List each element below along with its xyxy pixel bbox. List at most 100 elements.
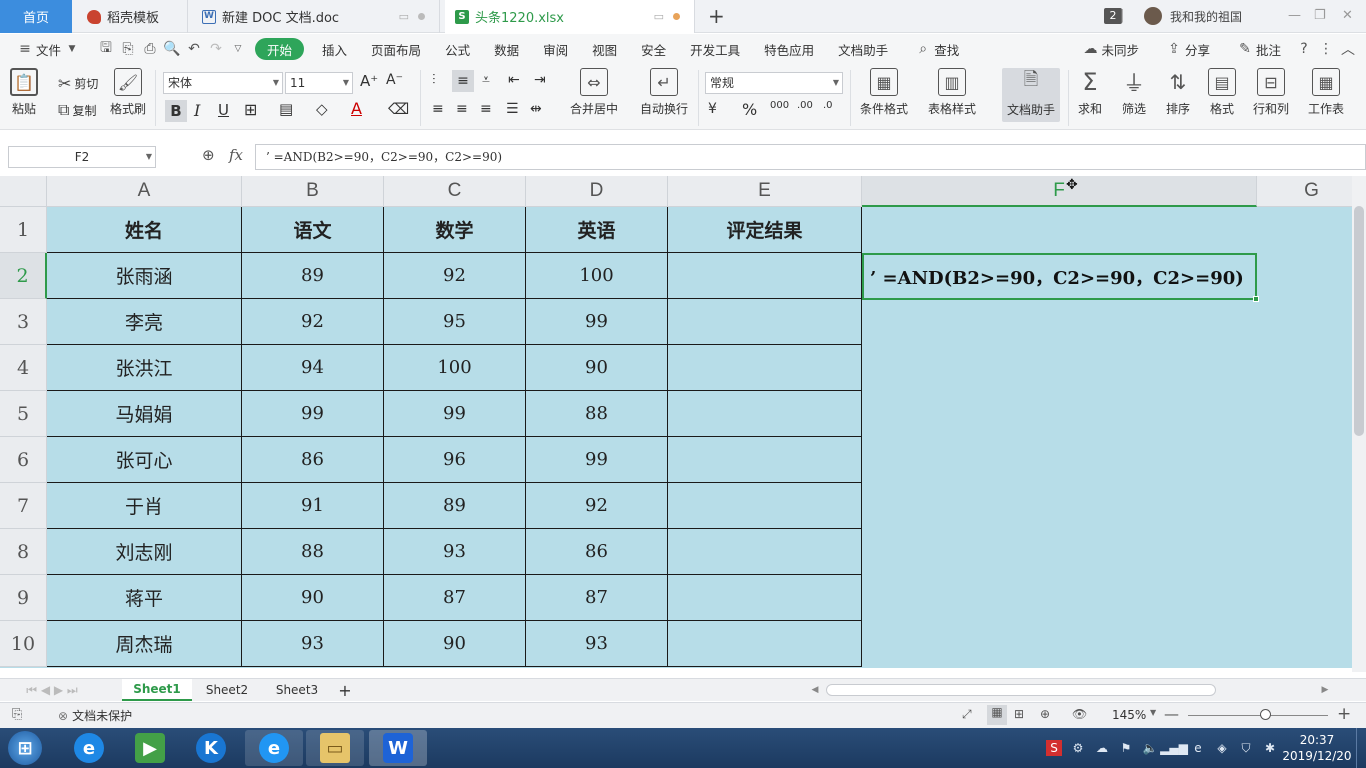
row-header-4[interactable]: 4 — [0, 345, 47, 391]
doc-assistant-button[interactable]: 🗎 文档助手 — [1002, 68, 1060, 122]
table-cell[interactable] — [668, 483, 862, 529]
thousands-icon[interactable]: 000 — [770, 100, 789, 111]
table-cell[interactable]: 100 — [384, 345, 526, 391]
table-header-cell[interactable]: 评定结果 — [668, 207, 862, 253]
fill-handle[interactable] — [1253, 296, 1259, 302]
copy-button[interactable]: ⧉ 复制 — [58, 100, 96, 120]
table-cell[interactable] — [668, 437, 862, 483]
taskbar-explorer[interactable]: ▭ — [306, 730, 364, 766]
unsaved-dot[interactable] — [673, 13, 680, 20]
paste-button[interactable]: 📋 粘贴 — [10, 68, 38, 117]
table-cell[interactable]: 87 — [526, 575, 668, 621]
sogou-input-icon[interactable]: S — [1046, 740, 1062, 756]
tray-cloud-icon[interactable]: ☁ — [1094, 740, 1110, 756]
menu-special[interactable]: 特色应用 — [752, 40, 826, 59]
new-tab-button[interactable]: + — [708, 4, 725, 28]
table-cell[interactable]: 88 — [242, 529, 384, 575]
row-header-8[interactable]: 8 — [0, 529, 47, 575]
start-button[interactable]: ⊞ — [0, 730, 50, 766]
tab-xlsx[interactable]: S 头条1220.xlsx ▭ — [445, 0, 695, 33]
table-cell[interactable]: 蒋平 — [47, 575, 242, 621]
tray-app-icon[interactable]: ⚙ — [1070, 740, 1086, 756]
sheet-tab-1[interactable]: Sheet1 — [122, 679, 192, 701]
table-cell[interactable]: 张可心 — [47, 437, 242, 483]
table-cell[interactable] — [668, 529, 862, 575]
conditional-format-button[interactable]: ▦ 条件格式 — [860, 68, 908, 117]
tray-flag-icon[interactable]: ⚑ — [1118, 740, 1134, 756]
macro-icon[interactable]: ⎘ — [12, 707, 22, 722]
table-cell[interactable]: 周杰瑞 — [47, 621, 242, 667]
export-icon[interactable]: ⎘ — [120, 41, 136, 57]
taskbar-k-app[interactable]: K — [182, 730, 240, 766]
table-style-button[interactable]: ▥ 表格样式 — [928, 68, 976, 117]
table-cell[interactable]: 96 — [384, 437, 526, 483]
table-cell[interactable]: 100 — [526, 253, 668, 299]
table-cell[interactable]: 93 — [526, 621, 668, 667]
decrease-decimal-icon[interactable]: .0 — [823, 100, 833, 111]
save-icon[interactable]: 🖫 — [98, 40, 114, 57]
font-color-icon[interactable]: A — [351, 99, 362, 118]
clear-format-icon[interactable]: ⌫ — [388, 100, 409, 118]
table-cell[interactable]: 93 — [242, 621, 384, 667]
name-box[interactable]: F2 ▼ — [8, 146, 156, 168]
fill-color-icon[interactable]: ◇ — [316, 100, 328, 118]
worksheet-button[interactable]: ▦ 工作表 — [1308, 68, 1344, 117]
table-cell[interactable] — [668, 345, 862, 391]
menu-developer[interactable]: 开发工具 — [678, 40, 752, 59]
show-desktop-button[interactable] — [1356, 728, 1366, 768]
column-header-a[interactable]: A — [47, 176, 242, 207]
column-header-d[interactable]: D — [526, 176, 668, 207]
zoom-in-button[interactable]: + — [1337, 704, 1351, 724]
menu-review[interactable]: 审阅 — [531, 40, 580, 59]
fullscreen-icon[interactable]: ⤢ — [962, 707, 972, 722]
font-size-select[interactable]: 11 ▼ — [285, 72, 353, 94]
table-cell[interactable] — [668, 391, 862, 437]
table-cell[interactable]: 张雨涵 — [47, 253, 242, 299]
zoom-slider-knob[interactable] — [1260, 709, 1271, 720]
zoom-out-button[interactable]: — — [1164, 705, 1179, 723]
sort-button[interactable]: ⇅ 排序 — [1164, 68, 1192, 117]
table-cell[interactable]: 李亮 — [47, 299, 242, 345]
align-right-icon[interactable]: ≡ — [480, 101, 492, 117]
print-preview-icon[interactable]: 🔍 — [163, 41, 180, 57]
scroll-right-icon[interactable]: ▶ — [1318, 679, 1332, 701]
customize-icon[interactable]: ▽ — [230, 41, 246, 57]
formula-input[interactable]: ’ =AND(B2>=90，C2>=90，C2>=90) — [255, 144, 1366, 170]
wrap-text-button[interactable]: ↵ 自动换行 — [640, 68, 688, 117]
menu-start[interactable]: 开始 — [255, 38, 305, 60]
menu-data[interactable]: 数据 — [482, 40, 531, 59]
justify-icon[interactable]: ☰ — [506, 101, 519, 117]
taskbar-media[interactable]: ▶ — [121, 730, 179, 766]
indent-decrease-icon[interactable]: ⇤ — [508, 72, 520, 88]
help-icon[interactable]: ? — [1296, 41, 1312, 57]
table-cell[interactable]: 87 — [384, 575, 526, 621]
table-cell[interactable]: 99 — [526, 299, 668, 345]
table-cell[interactable]: 86 — [242, 437, 384, 483]
align-bottom-icon[interactable]: ⩡ — [482, 72, 490, 88]
print-icon[interactable]: ⎙ — [142, 41, 158, 57]
table-cell[interactable]: 89 — [242, 253, 384, 299]
sheet-tab-2[interactable]: Sheet2 — [194, 679, 260, 701]
active-cell-f2[interactable]: ’ =AND(B2>=90，C2>=90，C2>=90) — [862, 253, 1259, 302]
normal-view-icon[interactable]: ▦ — [987, 705, 1007, 725]
column-header-e[interactable]: E — [668, 176, 862, 207]
menu-view[interactable]: 视图 — [580, 40, 629, 59]
row-header-6[interactable]: 6 — [0, 437, 47, 483]
table-header-cell[interactable]: 英语 — [526, 207, 668, 253]
page-break-view-icon[interactable]: ⊞ — [1014, 707, 1024, 721]
comment-button[interactable]: ✎ 批注 — [1222, 40, 1293, 59]
vertical-scrollbar[interactable] — [1352, 176, 1366, 672]
table-cell[interactable]: 99 — [242, 391, 384, 437]
align-center-icon[interactable]: ≡ — [456, 101, 468, 117]
menu-page-layout[interactable]: 页面布局 — [359, 40, 433, 59]
table-cell[interactable] — [668, 621, 862, 667]
table-cell[interactable]: 99 — [526, 437, 668, 483]
window-mode-icon[interactable]: ▭ — [399, 10, 409, 23]
row-header-7[interactable]: 7 — [0, 483, 47, 529]
align-middle-icon[interactable]: ≡ — [452, 70, 474, 92]
table-header-cell[interactable]: 语文 — [242, 207, 384, 253]
table-cell[interactable] — [668, 299, 862, 345]
percent-icon[interactable]: % — [742, 100, 757, 119]
more-icon[interactable]: ⋮ — [1318, 41, 1334, 57]
eye-protect-icon[interactable]: 👁 — [1072, 707, 1087, 721]
